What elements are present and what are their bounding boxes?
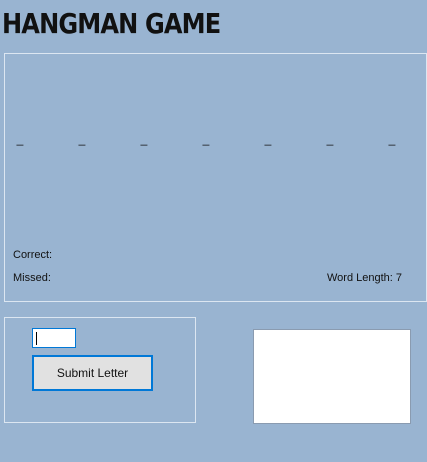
letter-blank: _ [264,132,272,146]
correct-label: Correct: [13,249,53,261]
letter-blank: _ [78,132,86,146]
letter-blank: _ [140,132,148,146]
hangman-picture-box [253,329,411,424]
game-status-group: _ _ _ _ _ _ _ Correct: Missed: Word Leng… [4,53,427,302]
text-caret [36,332,37,345]
letter-blank: _ [16,132,24,146]
letter-blank: _ [202,132,210,146]
word-length-label: Word Length: 7 [327,272,403,284]
word-blanks: _ _ _ _ _ _ _ [5,132,426,146]
letter-input[interactable] [32,328,76,348]
submit-letter-button[interactable]: Submit Letter [32,355,153,391]
letter-input-group: Submit Letter [4,317,196,423]
page-title: HANGMAN GAME [2,7,221,40]
missed-label: Missed: [13,272,51,284]
letter-blank: _ [388,132,396,146]
letter-blank: _ [326,132,334,146]
